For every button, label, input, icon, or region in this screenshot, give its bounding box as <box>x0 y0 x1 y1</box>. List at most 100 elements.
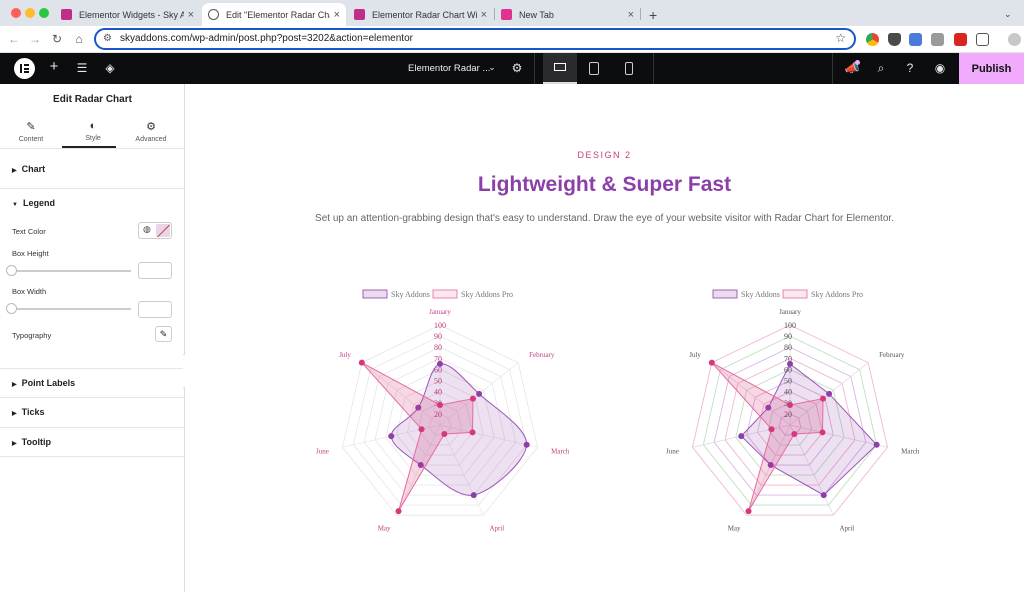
axis-label-march: March <box>901 447 920 455</box>
extension-red-icon[interactable] <box>954 33 967 46</box>
extensions-puzzle-icon[interactable] <box>976 33 989 46</box>
divider <box>534 53 535 84</box>
axis-label-february: February <box>529 351 555 359</box>
search-icon[interactable]: ⌕ <box>872 61 890 76</box>
url-text[interactable]: skyaddons.com/wp-admin/post.php?post=320… <box>120 33 413 44</box>
data-point-series-2-may <box>745 508 752 515</box>
tab-advanced[interactable]: ⚙ Advanced <box>120 120 182 143</box>
browser-tab-1[interactable]: Elementor Widgets - Sky Addons × <box>55 3 200 26</box>
desktop-icon <box>554 63 566 71</box>
close-window-icon[interactable] <box>11 8 21 18</box>
zoom-window-icon[interactable] <box>39 8 49 18</box>
preview-canvas: DESIGN 2 Lightweight & Super Fast Set up… <box>185 84 1024 592</box>
box-width-label: Box Width <box>12 287 47 296</box>
extension-chrome-icon[interactable] <box>866 33 879 46</box>
text-color-control[interactable]: ◍ <box>138 222 172 239</box>
elementor-logo-icon[interactable] <box>14 58 35 79</box>
tab-search-button[interactable]: ⌄ <box>998 3 1018 26</box>
caret-right-icon: ▶ <box>12 441 17 447</box>
desktop-view-button[interactable] <box>543 53 577 84</box>
tab-separator <box>640 8 641 20</box>
minimize-window-icon[interactable] <box>25 8 35 18</box>
bookmark-star-icon[interactable]: ☆ <box>835 31 846 45</box>
tablet-view-icon[interactable] <box>589 62 599 75</box>
page-settings-gear-icon[interactable]: ⚙ <box>508 61 526 75</box>
data-point-series-1-june <box>738 433 745 440</box>
box-width-slider-handle[interactable] <box>6 303 17 314</box>
structure-layers-icon[interactable]: ◈ <box>101 61 119 75</box>
site-settings-icon[interactable]: ☰ <box>73 61 91 75</box>
color-swatch[interactable] <box>156 224 170 237</box>
data-point-series-1-april <box>820 492 827 499</box>
divider <box>0 456 185 457</box>
axis-label-may: May <box>378 525 391 533</box>
data-point-series-1-april <box>470 492 477 499</box>
globe-icon[interactable]: ◍ <box>143 224 151 235</box>
data-point-series-2-july <box>708 359 715 366</box>
radar-chart-1[interactable]: Sky AddonsSky Addons Pro2030405060708090… <box>300 285 580 565</box>
extension-shield-icon[interactable] <box>888 33 901 46</box>
browser-tab-4[interactable]: New Tab × <box>495 3 640 26</box>
close-tab-icon[interactable]: × <box>334 9 340 21</box>
section-point-labels[interactable]: ▶ Point Labels <box>0 378 185 388</box>
axis-label-april: April <box>489 525 504 533</box>
section-legend[interactable]: ▼ Legend <box>0 198 185 208</box>
typography-edit-pencil-icon[interactable]: ✎ <box>155 326 172 342</box>
chart-legend: Sky Addons Sky Addons Pro <box>362 289 513 299</box>
section-label: Legend <box>22 198 55 208</box>
tab-title: New Tab <box>519 9 554 20</box>
editor-panel: Edit Radar Chart ✎ Content ◐ Style ⚙ Adv… <box>0 84 185 592</box>
sky-addons-favicon-icon <box>354 9 365 20</box>
add-element-icon[interactable]: + <box>45 58 63 75</box>
data-point-series-1-march <box>873 441 880 448</box>
site-info-icon[interactable]: ⚙ <box>103 33 112 44</box>
extension-translate-icon[interactable] <box>909 33 922 46</box>
close-tab-icon[interactable]: × <box>188 9 194 21</box>
extension-image-icon[interactable] <box>931 33 944 46</box>
legend-swatch-series-1 <box>712 289 738 299</box>
section-label: Ticks <box>21 407 45 417</box>
data-point-series-1-january <box>437 360 443 367</box>
preview-eye-icon[interactable]: ◉ <box>931 61 949 75</box>
section-tooltip[interactable]: ▶ Tooltip <box>0 437 185 447</box>
section-chart[interactable]: ▶ Chart <box>0 164 185 174</box>
forward-icon[interactable]: → <box>27 32 43 46</box>
close-tab-icon[interactable]: × <box>481 9 487 21</box>
browser-tab-2[interactable]: Edit "Elementor Radar Chart" × <box>202 3 346 26</box>
home-icon[interactable]: ⌂ <box>71 32 87 46</box>
section-ticks[interactable]: ▶ Ticks <box>0 407 185 417</box>
section-label: Point Labels <box>21 378 76 388</box>
box-width-slider[interactable] <box>11 308 131 310</box>
box-height-slider-handle[interactable] <box>6 265 17 276</box>
document-title[interactable]: Elementor Radar ... <box>408 63 490 74</box>
section-description: Set up an attention-grabbing design that… <box>315 213 894 224</box>
address-bar[interactable]: ⚙ skyaddons.com/wp-admin/post.php?post=3… <box>94 28 856 50</box>
mobile-view-icon[interactable] <box>625 62 633 75</box>
chevron-down-icon[interactable]: ⌄ <box>483 62 501 73</box>
tab-content[interactable]: ✎ Content <box>0 120 62 143</box>
help-icon[interactable]: ? <box>901 61 919 75</box>
box-width-input[interactable] <box>138 301 172 318</box>
data-point-series-2-july <box>358 359 365 366</box>
tab-style[interactable]: ◐ Style <box>62 120 124 142</box>
legend-label-series-1: Sky Addons <box>391 290 430 299</box>
close-tab-icon[interactable]: × <box>628 9 634 21</box>
notification-dot <box>855 60 860 65</box>
tab-label: Content <box>18 136 44 143</box>
profile-avatar-icon[interactable] <box>1008 33 1021 46</box>
reload-icon[interactable]: ↻ <box>49 32 65 46</box>
tick-label: 100 <box>434 321 446 330</box>
legend-label-series-2: Sky Addons Pro <box>811 290 863 299</box>
box-height-input[interactable] <box>138 262 172 279</box>
caret-down-icon: ▼ <box>12 202 18 208</box>
publish-button[interactable]: Publish <box>959 53 1024 84</box>
data-point-series-2-june <box>768 426 775 433</box>
back-icon[interactable]: ← <box>6 32 22 46</box>
gear-icon: ⚙ <box>146 121 156 133</box>
data-point-series-2-january <box>437 402 443 408</box>
box-height-slider[interactable] <box>11 270 131 272</box>
data-point-series-2-february <box>820 395 827 402</box>
radar-chart-2[interactable]: Sky AddonsSky Addons Pro2030405060708090… <box>650 285 930 565</box>
new-tab-button[interactable]: + <box>643 3 663 26</box>
browser-tab-3[interactable]: Elementor Radar Chart Widget × <box>348 3 493 26</box>
